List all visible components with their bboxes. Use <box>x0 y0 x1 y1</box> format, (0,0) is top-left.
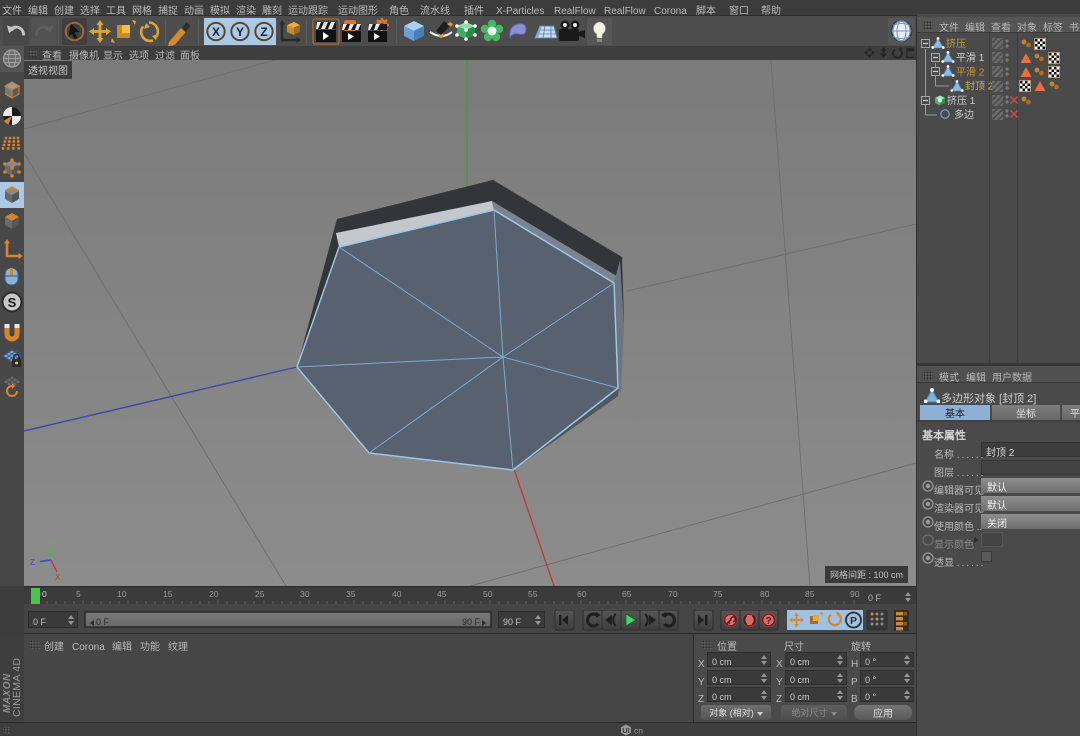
svg-text:S: S <box>8 292 17 311</box>
svg-text:35: 35 <box>346 588 356 600</box>
svg-text:75: 75 <box>713 588 723 600</box>
svg-text:Y: Y <box>48 537 54 548</box>
svg-text:60: 60 <box>577 588 587 600</box>
svg-text:P: P <box>850 613 857 628</box>
svg-text:90: 90 <box>850 588 860 600</box>
svg-text:15: 15 <box>163 588 173 600</box>
svg-text:5: 5 <box>76 588 81 600</box>
svg-text:挤压 1: 挤压 1 <box>947 92 976 107</box>
svg-text:10: 10 <box>117 588 127 600</box>
svg-text:20: 20 <box>209 588 219 600</box>
svg-text:70: 70 <box>668 588 678 600</box>
svg-text:?: ? <box>765 612 771 627</box>
svg-text:UI: UI <box>622 725 630 736</box>
svg-text:25: 25 <box>255 588 265 600</box>
svg-text:45: 45 <box>437 588 447 600</box>
svg-text:多边: 多边 <box>954 106 974 121</box>
svg-text:Y: Y <box>236 23 244 40</box>
svg-text:0: 0 <box>42 588 47 600</box>
svg-text:X: X <box>212 23 220 40</box>
svg-text:55: 55 <box>528 588 538 600</box>
svg-text:65: 65 <box>622 588 632 600</box>
svg-text:cn: cn <box>634 725 643 736</box>
svg-text:平滑 2: 平滑 2 <box>956 64 985 79</box>
svg-text:85: 85 <box>805 588 815 600</box>
svg-text:80: 80 <box>760 588 770 600</box>
svg-text:挤压: 挤压 <box>946 35 966 50</box>
svg-text:30: 30 <box>300 588 310 600</box>
svg-text:40: 40 <box>392 588 402 600</box>
svg-text:Z: Z <box>260 23 267 40</box>
svg-text:Z: Z <box>30 557 35 568</box>
svg-text:50: 50 <box>483 588 493 600</box>
svg-text:封顶 2: 封顶 2 <box>965 78 994 93</box>
svg-text:X: X <box>55 572 61 583</box>
svg-text:平滑 1: 平滑 1 <box>956 49 985 64</box>
